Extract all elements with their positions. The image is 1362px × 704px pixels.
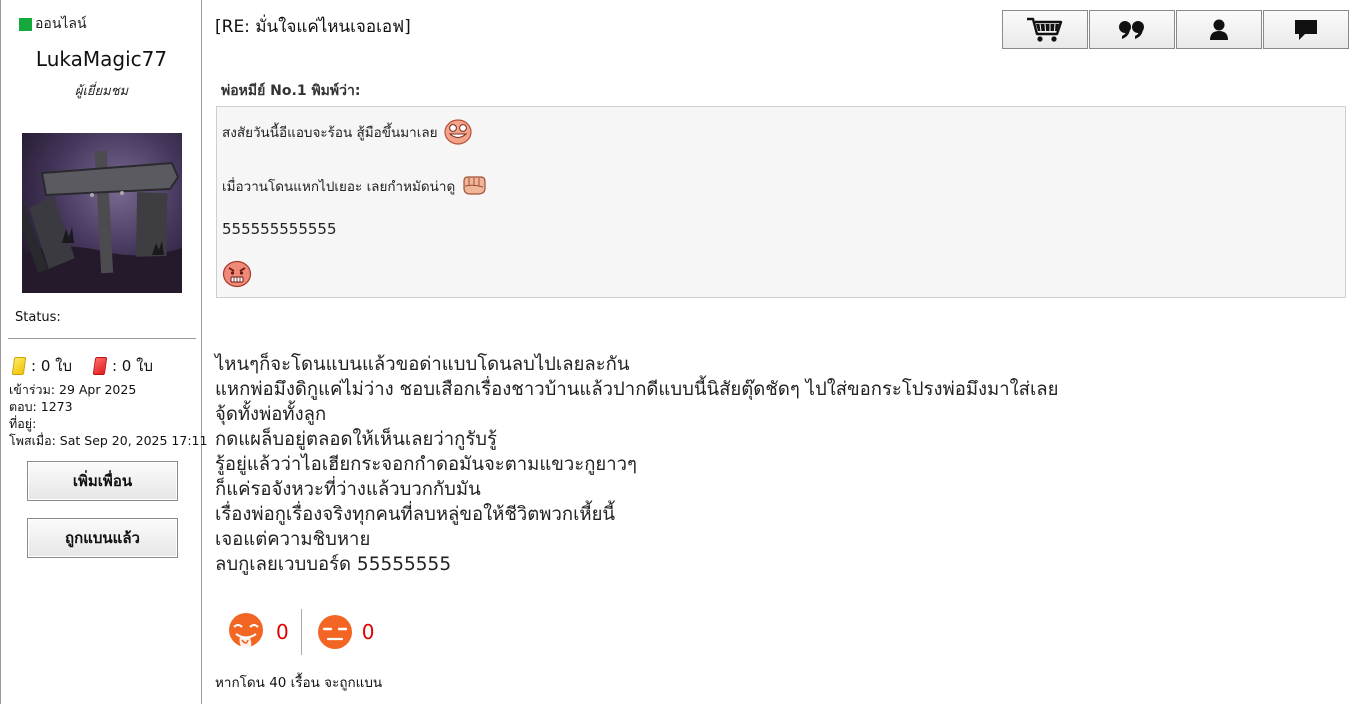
- post-body-line: เรื่องพ่อกูเรื่องจริงทุกคนที่ลบหลู่ขอให้…: [215, 504, 616, 525]
- reaction-divider: [300, 609, 302, 655]
- cart-button[interactable]: [1002, 10, 1088, 49]
- avatar[interactable]: [22, 133, 182, 293]
- cart-icon: [1027, 17, 1063, 42]
- post-body-line: ก็แค่รอจังหวะที่ว่างแล้วบวกกับมัน: [215, 479, 481, 500]
- location: ที่อยู่:: [9, 416, 37, 431]
- banned-button[interactable]: ถูกแบนแล้ว: [27, 518, 178, 558]
- quote-button[interactable]: [1089, 10, 1175, 49]
- joined-date: เข้าร่วม: 29 Apr 2025: [9, 382, 137, 397]
- post-body-line: กดแผล็บอยู่ตลอดให้เห็นเลยว่ากูรับรู้: [215, 429, 497, 450]
- post-body: ไหนๆก็จะโดนแบนแล้วขอด่าแบบโดนลบไปเลยละกั…: [215, 352, 1058, 577]
- post-toolbar: [1002, 10, 1349, 49]
- user-rank-title: ผู้เยี่ยมชม: [74, 84, 129, 99]
- fist-emoticon-icon: [463, 176, 486, 195]
- like-count: 0: [276, 620, 289, 644]
- message-icon: [1295, 19, 1317, 40]
- ban-threshold-note: หากโดน 40 เรื้อน จะถูกแบน: [215, 675, 383, 691]
- yellow-card-count: : 0 ใบ: [31, 357, 72, 375]
- user-meta: เข้าร่วม: 29 Apr 2025 ตอบ: 1273 ที่อยู่:…: [9, 381, 207, 449]
- user-icon: [1210, 19, 1228, 40]
- like-reaction[interactable]: 0: [226, 610, 289, 654]
- dislike-reaction[interactable]: 0: [316, 613, 375, 651]
- quote-icon: [1119, 20, 1144, 39]
- card-counts: : 0 ใบ : 0 ใบ: [11, 354, 153, 378]
- tongue-out-reaction-icon[interactable]: [226, 610, 268, 654]
- post-body-line: เจอแต่ความชิบหาย: [215, 529, 371, 550]
- username[interactable]: LukaMagic77: [1, 47, 202, 71]
- quote-line: สงสัยวันนี้อีแอบจะร้อน สู้มือขึ้นมาเลย: [222, 119, 472, 145]
- graveyard-avatar-image: [22, 133, 182, 293]
- message-button[interactable]: [1263, 10, 1349, 49]
- post-title: [RE: มั่นใจแค่ไหนเจอเอฟ]: [215, 17, 411, 37]
- status-label: Status:: [15, 310, 61, 325]
- profile-button[interactable]: [1176, 10, 1262, 49]
- quote-text: 555555555555: [222, 220, 337, 238]
- reactions-bar: 0 0: [226, 607, 374, 657]
- post-body-line: ลบกูเลยเวบบอร์ด 55555555: [215, 554, 452, 575]
- quote-text: สงสัยวันนี้อีแอบจะร้อน สู้มือขึ้นมาเลย: [222, 125, 438, 141]
- divider: [8, 338, 196, 339]
- online-label: ออนไลน์: [35, 16, 87, 32]
- online-indicator-icon: [19, 17, 32, 31]
- dislike-count: 0: [361, 620, 375, 644]
- quote-text: เมื่อวานโดนแหกไปเยอะ เลยกำหมัดน่าดู: [222, 179, 456, 195]
- add-friend-button[interactable]: เพิ่มเพื่อน: [27, 461, 178, 501]
- quote-line: 555555555555: [222, 220, 337, 238]
- angry-emoticon-icon: [222, 260, 252, 288]
- yellow-card-icon: [11, 357, 27, 375]
- online-status: ออนไลน์: [19, 13, 87, 35]
- posted-time: โพสเมื่อ: Sat Sep 20, 2025 17:11: [9, 433, 208, 448]
- red-card-icon: [92, 357, 108, 375]
- sleepy-face-reaction-icon[interactable]: [316, 613, 354, 651]
- quote-author: พ่อหมีย์ No.1 พิมพ์ว่า:: [221, 83, 361, 99]
- reply-count: ตอบ: 1273: [9, 399, 73, 414]
- post-body-line: แหกพ่อมึงดิกูแค่ไม่ว่าง ชอบเสือกเรื่องชา…: [215, 379, 1059, 400]
- quote-box: สงสัยวันนี้อีแอบจะร้อน สู้มือขึ้นมาเลย เ…: [216, 106, 1346, 298]
- red-card-count: : 0 ใบ: [111, 357, 153, 375]
- post-body-line: รู้อยู่แล้วว่าไอเฮียกระจอกกำดอมันจะตามแข…: [215, 454, 637, 475]
- post-body-line: ไหนๆก็จะโดนแบนแล้วขอด่าแบบโดนลบไปเลยละกั…: [215, 354, 630, 375]
- quote-line: [222, 260, 252, 288]
- post-body-line: จุ้ดทั้งพ่อทั้งลูก: [215, 404, 327, 425]
- user-sidebar: ออนไลน์ LukaMagic77 ผู้เยี่ยมชม Status: …: [0, 0, 207, 704]
- quote-line: เมื่อวานโดนแหกไปเยอะ เลยกำหมัดน่าดู: [222, 175, 487, 197]
- laughing-emoticon-icon: [443, 119, 472, 145]
